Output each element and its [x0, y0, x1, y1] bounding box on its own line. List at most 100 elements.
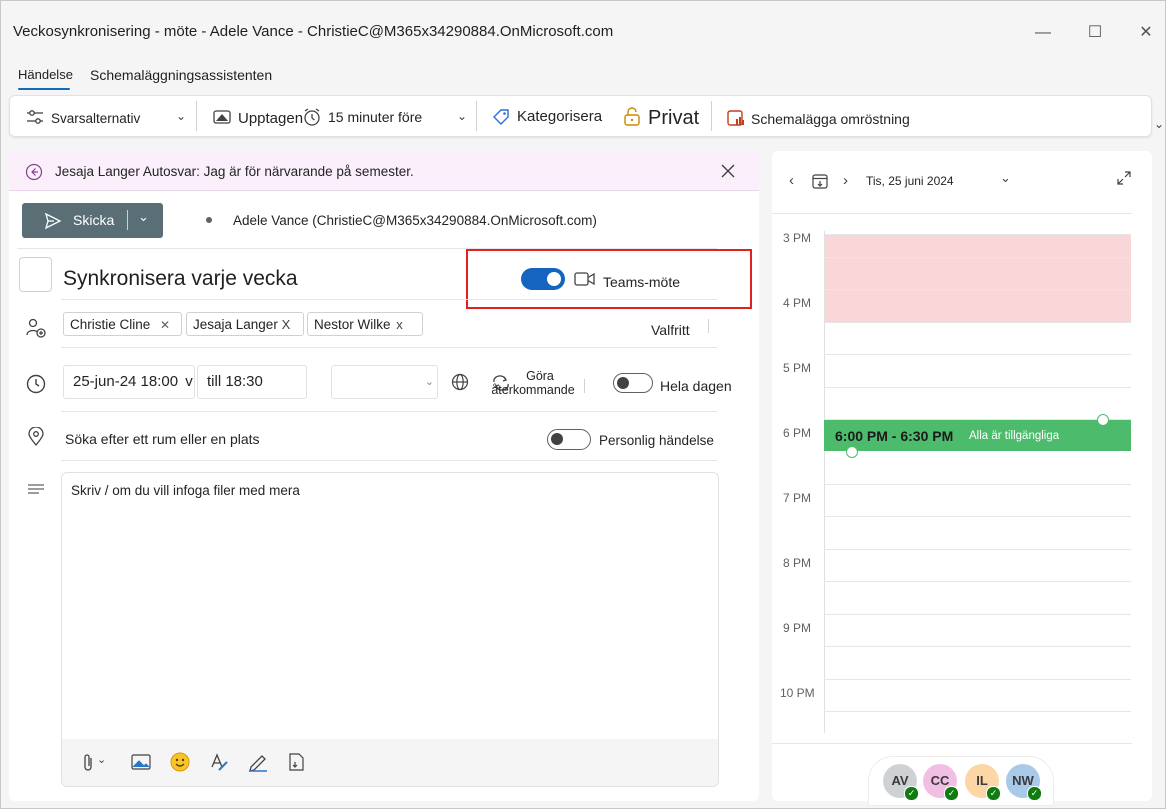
tab-scheduling-assistant[interactable]: Schemaläggningsassistenten: [90, 67, 272, 83]
remove-attendee-icon[interactable]: ✕: [160, 318, 170, 332]
window-title: Veckosynkronisering - möte - Adele Vance…: [13, 23, 614, 40]
half-hour-gridline: [824, 581, 1131, 582]
send-button[interactable]: Skicka ⌄: [22, 203, 163, 238]
response-options-icon: [25, 107, 45, 127]
attach-file-icon[interactable]: [80, 753, 96, 773]
next-day-chevron-icon[interactable]: ›: [843, 172, 848, 189]
meeting-window: Veckosynkronisering - möte - Adele Vance…: [0, 0, 1166, 809]
ribbon-divider: [711, 101, 712, 131]
calendar-gutter-line: [824, 231, 825, 733]
private-button[interactable]: Privat: [648, 107, 699, 130]
availability-label: Alla är tillgängliga: [969, 430, 1060, 442]
make-recurring-button[interactable]: Göra återkommande: [488, 369, 578, 397]
clock-icon: [25, 373, 47, 395]
available-check-icon: ✓: [986, 786, 1001, 801]
half-hour-gridline: [824, 387, 1131, 388]
globe-icon[interactable]: [451, 373, 469, 391]
send-options-chevron-icon[interactable]: ⌄: [138, 209, 149, 225]
loop-component-icon[interactable]: [288, 752, 306, 772]
hour-label: 3 PM: [783, 231, 812, 245]
hour-gridline: [824, 354, 1131, 355]
minimize-button[interactable]: —: [1031, 21, 1055, 45]
avatar-initials: CC: [930, 773, 950, 788]
emoji-icon[interactable]: [170, 752, 190, 772]
location-pin-icon: [27, 426, 45, 447]
optional-attendees-link[interactable]: Valfritt: [651, 322, 690, 338]
body-format-toolbar: [62, 739, 718, 786]
divider: [61, 299, 717, 300]
organizer-dot: [206, 217, 212, 223]
personal-event-label: Personlig händelse: [599, 433, 714, 448]
ribbon-expand-chevron-icon[interactable]: ⌄: [1154, 117, 1164, 131]
recurring-label-line1: Göra: [526, 369, 554, 383]
chevron-down-icon[interactable]: ⌄: [457, 109, 467, 123]
tab-event[interactable]: Händelse: [18, 67, 73, 82]
available-check-icon: ✓: [1027, 786, 1042, 801]
divider: [61, 460, 717, 461]
attendee-name: Jesaja Langer: [193, 317, 278, 332]
hour-gridline: [824, 234, 1131, 235]
alarm-clock-icon: [302, 107, 322, 127]
meeting-time-block[interactable]: 6:00 PM - 6:30 PM Alla är tillgängliga: [824, 420, 1131, 451]
schedule-poll-button[interactable]: Schemalägga omröstning: [751, 111, 910, 127]
half-hour-gridline: [824, 646, 1131, 647]
remove-attendee-icon[interactable]: X: [282, 317, 291, 332]
teams-meeting-highlight: [466, 249, 752, 309]
divider: [772, 743, 1132, 744]
chevron-down-icon[interactable]: ⌄: [97, 753, 106, 766]
meeting-time-label: 6:00 PM - 6:30 PM: [835, 428, 954, 444]
start-datetime-field[interactable]: 25-jun-24 18:00 v: [63, 365, 195, 399]
title-input[interactable]: Synkronisera varje vecka: [63, 267, 298, 291]
close-banner-icon[interactable]: [720, 163, 736, 179]
chevron-down-icon[interactable]: ⌄: [176, 109, 186, 123]
start-datetime-suffix: v: [185, 373, 193, 390]
add-people-icon: [25, 317, 47, 339]
signature-pen-icon[interactable]: [247, 752, 269, 772]
available-check-icon: ✓: [944, 786, 959, 801]
hour-label: 5 PM: [783, 361, 812, 375]
all-day-toggle[interactable]: [613, 373, 653, 393]
avatar-initials: IL: [976, 773, 988, 788]
title-color-swatch[interactable]: [19, 257, 52, 292]
timezone-field[interactable]: ⌄: [331, 365, 438, 399]
resize-handle-start[interactable]: [846, 446, 858, 458]
poll-icon: [726, 108, 746, 128]
hour-label: 4 PM: [783, 296, 812, 310]
insert-picture-icon[interactable]: [131, 754, 151, 770]
attendee-chip[interactable]: Christie Cline ✕: [63, 312, 182, 336]
response-options-button[interactable]: Svarsalternativ: [51, 111, 140, 126]
resize-handle-end[interactable]: [1097, 414, 1109, 426]
active-tab-indicator: [18, 88, 70, 90]
send-divider: [127, 210, 128, 230]
attendee-name: Christie Cline: [70, 317, 151, 332]
text-lines-icon: [27, 483, 45, 497]
go-to-today-icon[interactable]: [812, 173, 828, 189]
attendee-chip[interactable]: Jesaja Langer X: [186, 312, 304, 336]
expand-icon[interactable]: [1116, 170, 1132, 186]
half-hour-gridline: [824, 322, 1131, 323]
attendee-name: Nestor Wilke: [314, 317, 391, 332]
personal-event-toggle[interactable]: [547, 429, 591, 450]
close-window-button[interactable]: ✕: [1134, 21, 1158, 45]
attendee-chip[interactable]: Nestor Wilke x: [307, 312, 423, 336]
autoreply-banner-text: Jesaja Langer Autosvar: Jag är för närva…: [55, 164, 414, 179]
hour-label: 7 PM: [783, 491, 812, 505]
previous-day-chevron-icon[interactable]: ‹: [789, 172, 794, 189]
end-time-field[interactable]: till 18:30: [197, 365, 307, 399]
reminder-dropdown[interactable]: 15 minuter före: [328, 109, 422, 125]
divider: [584, 379, 585, 393]
divider: [61, 411, 717, 412]
calendar-date-label[interactable]: Tis, 25 juni 2024: [866, 174, 954, 188]
maximize-button[interactable]: ☐: [1083, 21, 1107, 45]
busy-status-dropdown[interactable]: Upptagen: [238, 110, 303, 127]
categorize-button[interactable]: Kategorisera: [517, 108, 602, 125]
remove-attendee-icon[interactable]: x: [396, 317, 403, 332]
format-text-icon[interactable]: [209, 752, 229, 772]
location-input[interactable]: Söka efter ett rum eller en plats: [65, 431, 260, 447]
lock-icon: [623, 107, 641, 127]
divider: [61, 347, 717, 348]
divider: [772, 213, 1132, 214]
half-hour-gridline: [824, 711, 1131, 712]
date-picker-chevron-icon[interactable]: ⌄: [1000, 170, 1011, 186]
chevron-down-icon: ⌄: [424, 376, 434, 388]
